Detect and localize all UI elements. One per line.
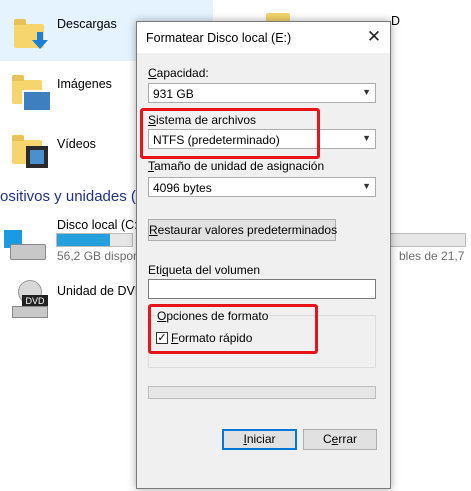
chevron-down-icon: ▼ [362,87,371,97]
volume-label-input[interactable] [148,279,376,299]
drive-label-c[interactable]: Disco local (C:) [57,218,142,232]
volume-label-label: Etiqueta del volumen [148,263,261,277]
capacity-value: 931 GB [153,87,194,101]
dialog-titlebar[interactable]: Formatear Disco local (E:) ✕ [137,22,390,53]
downloads-folder-icon [10,18,50,50]
capacity-label: Capacidad: [148,66,209,80]
folder-label-descargas[interactable]: Descargas [57,17,117,31]
videos-folder-icon [10,134,50,170]
format-dialog: Formatear Disco local (E:) ✕ Capacidad: … [136,21,391,489]
local-disk-icon [4,226,46,262]
capacity-select[interactable]: 931 GB ▼ [148,83,376,103]
drive-c-usage-bar [56,233,133,247]
allocation-select[interactable]: 4096 bytes ▼ [148,177,376,197]
dvd-drive-icon: DVD [8,280,50,320]
folder-label-videos[interactable]: Vídeos [57,137,96,151]
close-button[interactable]: Cerrar [303,429,377,450]
images-folder-icon [10,75,52,112]
drive-label-dvd[interactable]: Unidad de DVD [57,284,144,298]
allocation-label: Tamaño de unidad de asignación [148,159,325,173]
chevron-down-icon: ▼ [362,181,371,191]
close-icon[interactable]: ✕ [364,27,384,47]
restore-defaults-button[interactable]: Restaurar valores predeterminados [148,219,337,241]
format-options-highlight [148,304,318,354]
folder-label-right[interactable]: D [391,14,400,28]
filesystem-highlight [140,108,320,159]
drive-c-free-text: 56,2 GB disponi [57,249,143,263]
drive-c-usage-fill [57,234,110,246]
drive-right-free-text: bles de 21,7 [399,249,465,263]
format-progress-bar [148,386,376,399]
devices-section-title[interactable]: ositivos y unidades ( [0,188,136,205]
start-button[interactable]: Iniciar [222,429,297,450]
chevron-down-icon: ▼ [362,133,371,143]
allocation-value: 4096 bytes [153,181,212,195]
drive-e-usage-bar [389,233,466,247]
folder-label-imagenes[interactable]: Imágenes [57,77,112,91]
dialog-title: Formatear Disco local (E:) [146,31,292,45]
